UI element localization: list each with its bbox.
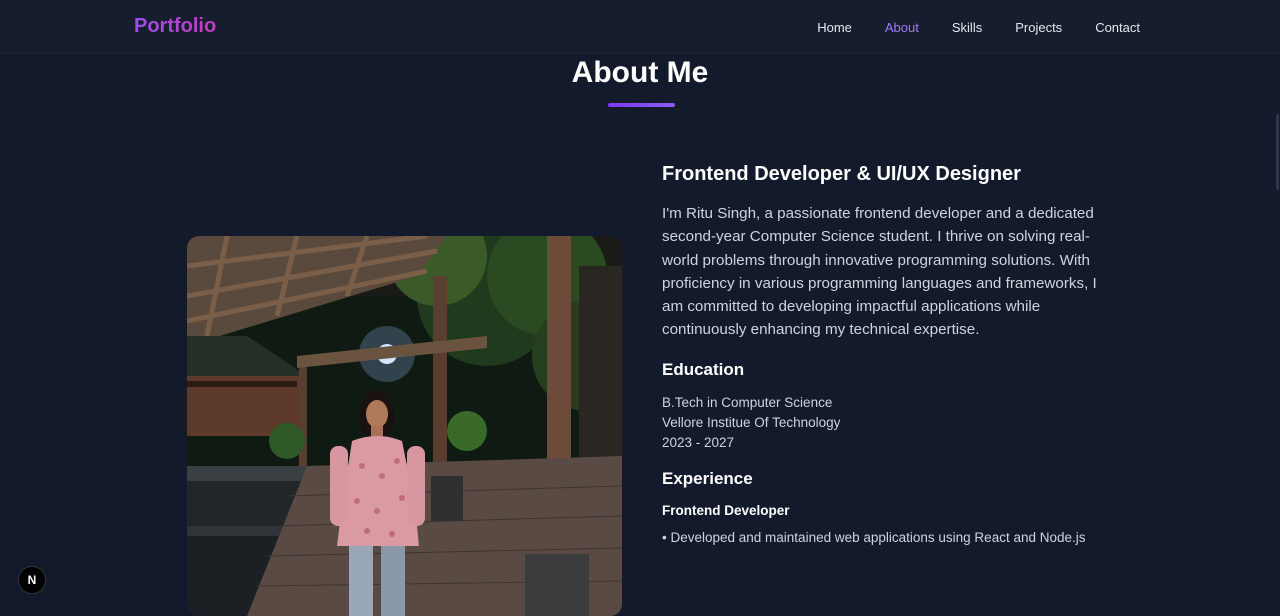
navbar: Portfolio Home About Skills Projects Con… [0,0,1280,54]
nav-link-projects[interactable]: Projects [1015,20,1062,35]
bio-paragraph: I'm Ritu Singh, a passionate frontend de… [662,205,1097,339]
title-underline [608,103,675,107]
scrollbar-thumb[interactable] [1276,114,1279,190]
education-degree: B.Tech in Computer Science [662,394,833,410]
education-heading: Education [662,359,745,379]
nav-link-about[interactable]: About [885,20,919,35]
about-content: Frontend Developer & UI/UX Designer I'm … [662,160,1102,548]
nextjs-badge-label: N [27,573,37,587]
logo[interactable]: Portfolio [134,15,216,38]
nav-link-contact[interactable]: Contact [1095,20,1140,35]
education-years: 2023 - 2027 [662,434,735,450]
nav-link-skills[interactable]: Skills [952,20,982,35]
role-title: Frontend Developer & UI/UX Designer [662,163,1021,185]
education-school: Vellore Institue Of Technology [662,414,841,430]
job-title: Frontend Developer [662,502,790,518]
experience-heading: Experience [662,468,753,488]
experience-bullet: • Developed and maintained web applicati… [662,529,1086,545]
education-details: B.Tech in Computer Science Vellore Insti… [662,393,1102,453]
nav-link-home[interactable]: Home [817,20,852,35]
nav-links: Home About Skills Projects Contact [784,20,1140,35]
section-title: About Me [571,56,709,89]
profile-photo [187,236,622,616]
nextjs-dev-badge[interactable]: N [18,566,46,594]
